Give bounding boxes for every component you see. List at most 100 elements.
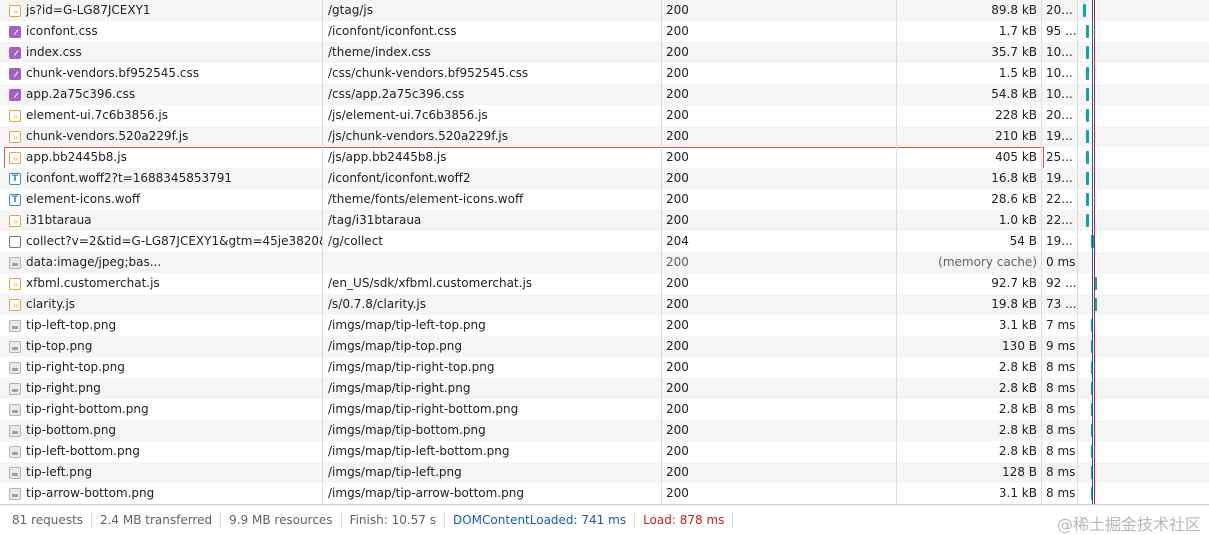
table-row[interactable]: tip-top.png/imgs/map/tip-top.png 200 130 B… [0, 336, 1209, 357]
request-path: /en_US/sdk/xfbml.customerchat.js [328, 276, 533, 290]
table-row[interactable]: app.2a75c396.css/css/app.2a75c396.css 200… [0, 84, 1209, 105]
request-name-cell[interactable]: tip-left-top.png [0, 315, 322, 336]
table-row[interactable]: tip-left-top.png/imgs/map/tip-left-top.p… [0, 315, 1209, 336]
waterfall-cell [1078, 0, 1209, 21]
table-row[interactable]: iconfont.css/iconfont/iconfont.css 200 1.7… [0, 21, 1209, 42]
font-icon [9, 169, 21, 189]
request-name-cell[interactable]: app.2a75c396.css [0, 84, 322, 105]
request-size: 1.0 kB [998, 213, 1037, 227]
watermark: @稀土掘金技术社区 [1056, 515, 1201, 534]
request-size: 54 B [1009, 234, 1037, 248]
request-name: element-icons.woff [26, 192, 141, 206]
waterfall-bar [1086, 130, 1089, 143]
request-status: 200 [666, 381, 689, 395]
table-row[interactable]: element-icons.woff/theme/fonts/element-i… [0, 189, 1209, 210]
request-name: tip-right.png [26, 381, 101, 395]
waterfall-bar [1086, 214, 1089, 227]
table-row[interactable]: index.css/theme/index.css 200 35.7 kB 10... [0, 42, 1209, 63]
table-row[interactable]: element-ui.7c6b3856.js/js/element-ui.7c6… [0, 105, 1209, 126]
request-status: 200 [666, 150, 689, 164]
waterfall-bar [1086, 193, 1089, 206]
table-row[interactable]: tip-left.png/imgs/map/tip-left.png 200 128… [0, 462, 1209, 483]
request-name: index.css [26, 45, 82, 59]
table-row[interactable]: tip-right.png/imgs/map/tip-right.png 200 2… [0, 378, 1209, 399]
request-name-cell[interactable]: tip-right.png [0, 378, 322, 399]
request-size: (memory cache) [938, 255, 1037, 269]
request-name-cell[interactable]: tip-top.png [0, 336, 322, 357]
request-name-cell[interactable]: xfbml.customerchat.js [0, 273, 322, 294]
column-divider[interactable] [1041, 0, 1042, 504]
table-row[interactable]: i31btaraua/tag/i31btaraua 200 1.0 kB 22... [0, 210, 1209, 231]
table-row[interactable]: app.bb2445b8.js/js/app.bb2445b8.js 200 405… [0, 147, 1209, 170]
request-name-cell[interactable]: tip-arrow-bottom.png [0, 483, 322, 504]
request-name-cell[interactable]: chunk-vendors.520a229f.js [0, 126, 322, 147]
waterfall-bar [1086, 25, 1089, 38]
script-icon [9, 211, 21, 231]
table-row[interactable]: chunk-vendors.520a229f.js/js/chunk-vendo… [0, 126, 1209, 147]
request-path: /gtag/js [328, 3, 373, 17]
request-status: 200 [666, 360, 689, 374]
request-name: data:image/jpeg;bas... [26, 255, 162, 269]
request-time: 9 ms [1046, 339, 1076, 353]
table-row[interactable]: xfbml.customerchat.js/en_US/sdk/xfbml.cu… [0, 273, 1209, 294]
table-row[interactable]: tip-left-bottom.png/imgs/map/tip-left-bo… [0, 441, 1209, 462]
request-name-cell[interactable]: tip-left-bottom.png [0, 441, 322, 462]
waterfall-cell [1078, 126, 1209, 147]
request-name-cell[interactable]: tip-bottom.png [0, 420, 322, 441]
waterfall-cell [1078, 357, 1209, 378]
image-icon [9, 445, 21, 458]
column-divider[interactable] [896, 0, 897, 504]
request-name-cell[interactable]: tip-right-top.png [0, 357, 322, 378]
request-name-cell[interactable]: tip-left.png [0, 462, 322, 483]
column-divider[interactable] [661, 0, 662, 504]
request-name-cell[interactable]: js?id=G-LG87JCEXY1 [0, 0, 322, 21]
image-icon [9, 256, 21, 269]
request-path: /css/app.2a75c396.css [328, 87, 465, 101]
table-row[interactable]: clarity.js/s/0.7.8/clarity.js 200 19.8 kB 7… [0, 294, 1209, 315]
waterfall-cell [1078, 273, 1209, 294]
request-name-cell[interactable]: iconfont.css [0, 21, 322, 42]
table-row[interactable]: js?id=G-LG87JCEXY1/gtag/js 200 89.8 kB 20..… [0, 0, 1209, 21]
request-name-cell[interactable]: iconfont.woff2?t=1688345853791 [0, 168, 322, 189]
table-row[interactable]: tip-right-bottom.png/imgs/map/tip-right-… [0, 399, 1209, 420]
table-row[interactable]: tip-bottom.png/imgs/map/tip-bottom.png 20… [0, 420, 1209, 441]
request-name-cell[interactable]: data:image/jpeg;bas... [0, 252, 322, 273]
request-name: tip-left-top.png [26, 318, 117, 332]
request-status: 200 [666, 3, 689, 17]
request-status: 200 [666, 108, 689, 122]
request-path: /imgs/map/tip-arrow-bottom.png [328, 486, 524, 500]
font-icon [9, 190, 21, 210]
request-status: 200 [666, 444, 689, 458]
waterfall-cell [1078, 189, 1209, 210]
request-time: 10... [1046, 66, 1073, 80]
table-row[interactable]: tip-arrow-bottom.png/imgs/map/tip-arrow-… [0, 483, 1209, 504]
request-size: 92.7 kB [991, 276, 1037, 290]
column-divider[interactable] [1077, 0, 1078, 504]
request-time: 8 ms [1046, 423, 1076, 437]
request-table: js?id=G-LG87JCEXY1/gtag/js 200 89.8 kB 20..… [0, 0, 1209, 504]
request-name-cell[interactable]: chunk-vendors.bf952545.css [0, 63, 322, 84]
dom-content-loaded-marker [1092, 0, 1093, 504]
column-divider[interactable] [322, 0, 323, 504]
request-name-cell[interactable]: clarity.js [0, 294, 322, 315]
table-row[interactable]: collect?v=2&tid=G-LG87JCEXY1&gtm=45je382… [0, 231, 1209, 252]
request-name: tip-top.png [26, 339, 93, 353]
request-size: 3.1 kB [998, 318, 1037, 332]
table-row[interactable]: tip-right-top.png/imgs/map/tip-right-top… [0, 357, 1209, 378]
request-name-cell[interactable]: index.css [0, 42, 322, 63]
waterfall-cell [1078, 147, 1209, 168]
request-size: 2.8 kB [998, 444, 1037, 458]
load-marker [1094, 0, 1095, 504]
table-row[interactable]: data:image/jpeg;bas... 200 (memory cache) 0… [0, 252, 1209, 273]
request-name-cell[interactable]: element-icons.woff [0, 189, 322, 210]
request-name-cell[interactable]: i31btaraua [0, 210, 322, 231]
request-time: 20... [1046, 3, 1073, 17]
request-status: 200 [666, 66, 689, 80]
request-name-cell[interactable]: tip-right-bottom.png [0, 399, 322, 420]
table-row[interactable]: chunk-vendors.bf952545.css/css/chunk-ven… [0, 63, 1209, 84]
table-row[interactable]: iconfont.woff2?t=1688345853791/iconfont/… [0, 168, 1209, 189]
request-name-cell[interactable]: app.bb2445b8.js [0, 147, 322, 168]
image-icon [9, 340, 21, 353]
request-name-cell[interactable]: element-ui.7c6b3856.js [0, 105, 322, 126]
request-name-cell[interactable]: collect?v=2&tid=G-LG87JCEXY1&gtm=45je382… [0, 231, 322, 252]
